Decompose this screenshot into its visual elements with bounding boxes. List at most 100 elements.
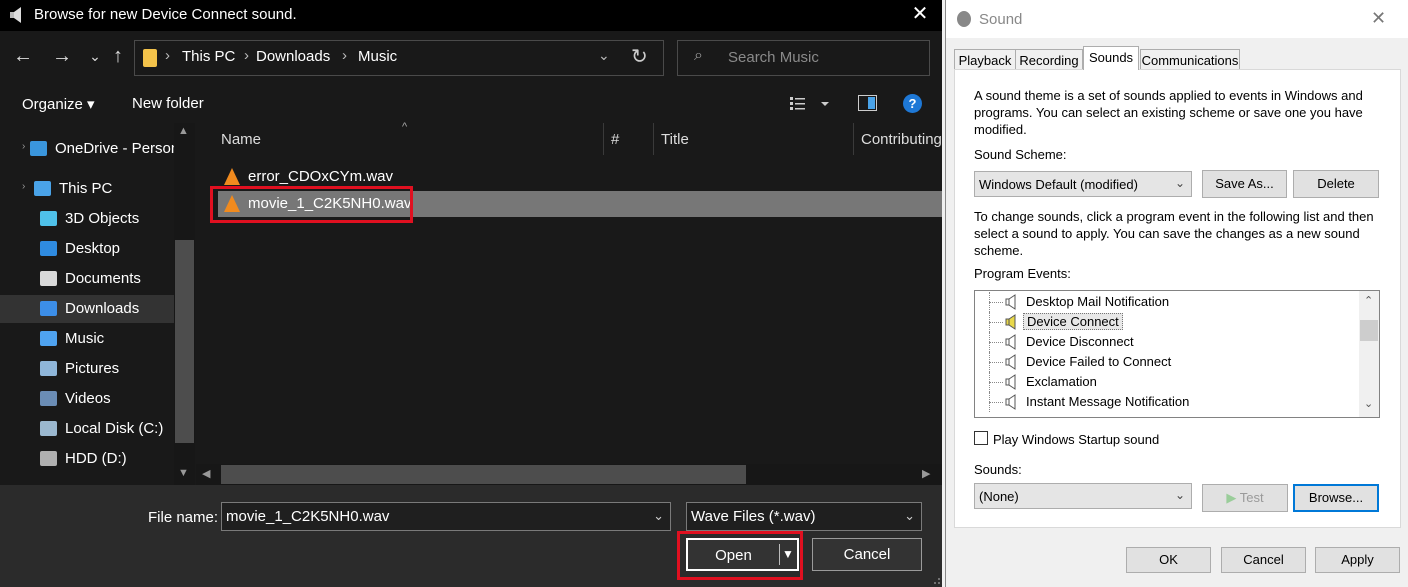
up-arrow-icon[interactable]: ↑ — [105, 44, 131, 70]
scroll-up-icon[interactable]: ▲ — [178, 125, 189, 137]
save-as-button[interactable]: Save As... — [1202, 170, 1287, 198]
dialog-title: Browse for new Device Connect sound. — [34, 6, 297, 23]
startup-sound-checkbox[interactable] — [974, 431, 988, 445]
scrollbar-thumb[interactable] — [175, 240, 194, 443]
sidebar-item-documents[interactable]: Documents — [0, 265, 174, 293]
cancel-button[interactable]: Cancel — [812, 538, 922, 571]
tab-sounds[interactable]: Sounds — [1083, 46, 1139, 70]
sound-scheme-select[interactable]: Windows Default (modified) ⌄ — [974, 171, 1192, 197]
event-item[interactable]: Device Failed to Connect — [975, 352, 1359, 372]
event-item[interactable]: Exclamation — [975, 372, 1359, 392]
scheme-description: A sound theme is a set of sounds applied… — [974, 88, 1363, 137]
program-events-list[interactable]: Instant Message Notification Exclamation D… — [974, 290, 1380, 418]
dialog-title-bar: Sound ✕ — [946, 0, 1408, 38]
scrollbar-thumb[interactable] — [221, 465, 746, 484]
sidebar-item-pictures[interactable]: Pictures — [0, 355, 174, 383]
column-divider[interactable] — [853, 123, 854, 155]
sidebar-item-label: Videos — [65, 390, 111, 407]
column-header-number[interactable]: # — [611, 131, 619, 148]
file-type-value: Wave Files (*.wav) — [691, 508, 816, 525]
scroll-down-icon[interactable]: ⌄ — [1364, 397, 1373, 410]
sidebar-item-downloads[interactable]: Downloads — [0, 295, 174, 323]
chevron-down-icon[interactable]: ⌄ — [1175, 488, 1185, 502]
file-name-value: movie_1_C2K5NH0.wav — [226, 508, 390, 525]
startup-sound-label[interactable]: Play Windows Startup sound — [993, 431, 1159, 448]
event-label: Desktop Mail Notification — [1026, 294, 1170, 309]
column-header-name[interactable]: Name — [221, 131, 261, 148]
help-icon[interactable]: ? — [903, 94, 922, 113]
breadcrumb-this-pc[interactable]: This PC — [182, 48, 235, 65]
event-item[interactable]: Device Disconnect — [975, 332, 1359, 352]
column-divider[interactable] — [653, 123, 654, 155]
highlight-box — [210, 186, 413, 223]
scroll-down-icon[interactable]: ▼ — [178, 467, 189, 479]
highlight-box — [677, 531, 803, 580]
file-type-select[interactable]: Wave Files (*.wav) ⌄ — [686, 502, 922, 531]
scrollbar-thumb[interactable] — [1360, 320, 1378, 341]
tab-recording[interactable]: Recording — [1015, 49, 1083, 70]
organize-button[interactable]: Organize ▾ — [22, 95, 95, 113]
apply-button[interactable]: Apply — [1315, 547, 1400, 573]
chevron-down-icon[interactable]: ⌄ — [904, 508, 915, 524]
sidebar-item-local-disk-c[interactable]: Local Disk (C:) — [0, 415, 174, 443]
search-placeholder: Search Music — [728, 49, 819, 66]
scroll-up-icon[interactable]: ⌃ — [1364, 294, 1373, 307]
browse-button[interactable]: Browse... — [1293, 484, 1379, 512]
sounds-label: Sounds: — [974, 462, 1022, 477]
test-button[interactable]: ▶ Test — [1202, 484, 1288, 512]
cancel-button[interactable]: Cancel — [1221, 547, 1306, 573]
event-label: Instant Message Notification — [1026, 394, 1190, 409]
sidebar-item-label: HDD (D:) — [65, 450, 127, 467]
column-header-title[interactable]: Title — [661, 131, 689, 148]
picture-icon — [40, 361, 57, 376]
cloud-icon — [30, 141, 47, 156]
tab-communications[interactable]: Communications — [1140, 49, 1240, 70]
sidebar-item-this-pc[interactable]: This PC — [0, 175, 174, 203]
back-arrow-icon[interactable]: ← — [10, 44, 36, 70]
expand-chevron-icon[interactable]: › — [22, 181, 25, 192]
breadcrumb-downloads[interactable]: Downloads — [256, 48, 330, 65]
scroll-right-icon[interactable]: ▶ — [922, 467, 930, 480]
chevron-down-icon[interactable]: ⌄ — [1175, 176, 1185, 190]
sidebar-item-music[interactable]: Music — [0, 325, 174, 353]
preview-pane-icon[interactable] — [858, 95, 877, 111]
chevron-down-icon[interactable]: ⌄ — [653, 508, 664, 524]
column-divider[interactable] — [603, 123, 604, 155]
events-scrollbar[interactable]: ⌃ ⌄ — [1359, 291, 1379, 417]
tree-line — [989, 362, 1003, 363]
search-box[interactable]: ⌕ Search Music — [677, 40, 930, 76]
expand-chevron-icon[interactable]: › — [22, 141, 25, 152]
sidebar-item-videos[interactable]: Videos — [0, 385, 174, 413]
event-item[interactable]: Device Connect — [975, 312, 1359, 332]
event-item[interactable]: Desktop Mail Notification — [975, 292, 1359, 312]
horizontal-scrollbar[interactable]: ◀ ▶ — [196, 464, 942, 485]
address-bar[interactable]: › This PC › Downloads › Music ⌄ ↻ — [134, 40, 664, 76]
sidebar-item-desktop[interactable]: Desktop — [0, 235, 174, 263]
sidebar-item-3d-objects[interactable]: 3D Objects — [0, 205, 174, 233]
column-header-contributing[interactable]: Contributing — [861, 131, 942, 148]
delete-button[interactable]: Delete — [1293, 170, 1379, 198]
sidebar-item-hdd-d[interactable]: HDD (D:) — [0, 445, 174, 473]
chevron-down-icon[interactable]: ⌄ — [598, 47, 610, 64]
navigation-bar: ← → ⌄ ↑ › This PC › Downloads › Music ⌄ … — [0, 31, 942, 85]
sidebar-item-onedrive-person[interactable]: OneDrive - Person — [0, 135, 179, 163]
close-icon[interactable]: ✕ — [1371, 8, 1386, 29]
sound-app-icon — [957, 11, 971, 27]
resize-grip-icon[interactable] — [929, 573, 941, 585]
close-icon[interactable]: ✕ — [898, 0, 942, 31]
event-item[interactable]: Instant Message Notification — [975, 392, 1359, 412]
navigation-scrollbar[interactable]: ▲ ▼ — [174, 123, 195, 485]
new-folder-button[interactable]: New folder — [132, 95, 204, 112]
scroll-left-icon[interactable]: ◀ — [202, 467, 210, 480]
vlc-cone-icon — [224, 168, 240, 185]
tab-playback[interactable]: Playback — [954, 49, 1016, 70]
ok-button[interactable]: OK — [1126, 547, 1211, 573]
breadcrumb-music[interactable]: Music — [358, 48, 397, 65]
refresh-icon[interactable]: ↻ — [631, 44, 648, 69]
file-name-input[interactable]: movie_1_C2K5NH0.wav ⌄ — [221, 502, 671, 531]
sidebar-item-label: Downloads — [65, 300, 140, 317]
forward-arrow-icon[interactable]: → — [49, 44, 75, 70]
sounds-select[interactable]: (None) ⌄ — [974, 483, 1192, 509]
view-options-icon[interactable] — [789, 95, 829, 113]
tree-line — [989, 402, 1003, 403]
